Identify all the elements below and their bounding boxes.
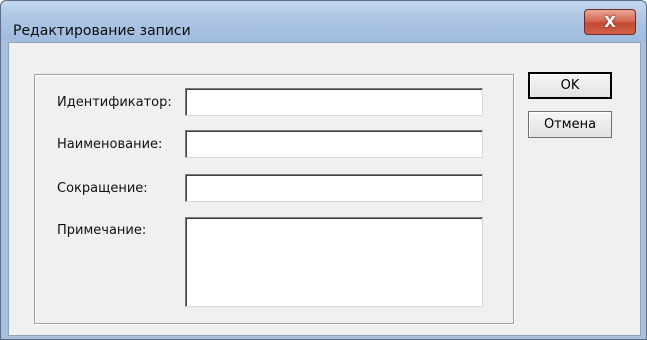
abbreviation-field[interactable] bbox=[185, 174, 483, 202]
close-icon: X bbox=[604, 13, 616, 31]
title-bar[interactable]: Редактирование записи X bbox=[1, 1, 646, 41]
close-button[interactable]: X bbox=[584, 9, 636, 35]
note-textarea[interactable] bbox=[185, 217, 483, 307]
ok-button-label: OK bbox=[560, 78, 580, 93]
identifier-label: Идентификатор: bbox=[57, 95, 172, 110]
abbreviation-label: Сокращение: bbox=[57, 181, 148, 196]
ok-button[interactable]: OK bbox=[528, 72, 612, 99]
name-field[interactable] bbox=[185, 130, 483, 158]
dialog-window: Редактирование записи X Идентификатор: Н… bbox=[0, 0, 647, 340]
name-label: Наименование: bbox=[57, 137, 163, 152]
window-title: Редактирование записи bbox=[13, 23, 191, 39]
cancel-button-label: Отмена bbox=[543, 117, 597, 132]
identifier-field[interactable] bbox=[185, 88, 483, 116]
note-label: Примечание: bbox=[57, 223, 147, 238]
cancel-button[interactable]: Отмена bbox=[528, 111, 612, 138]
dialog-client-area: Идентификатор: Наименование: Сокращение:… bbox=[8, 42, 641, 336]
